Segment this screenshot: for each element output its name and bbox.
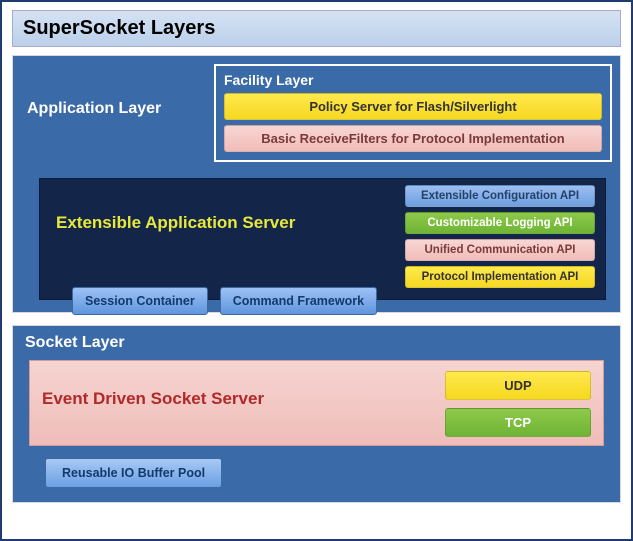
application-layer-label: Application Layer bbox=[21, 64, 206, 162]
api-column: Extensible Configuration API Customizabl… bbox=[405, 185, 595, 293]
socket-layer: Socket Layer Event Driven Socket Server … bbox=[12, 325, 621, 503]
protocol-column: UDP TCP bbox=[445, 371, 591, 445]
facility-layer: Facility Layer Policy Server for Flash/S… bbox=[214, 64, 612, 162]
communication-api-box: Unified Communication API bbox=[405, 239, 595, 261]
session-container-box: Session Container bbox=[72, 287, 208, 315]
sub-box-row: Session Container Command Framework bbox=[72, 287, 377, 315]
socket-layer-title: Socket Layer bbox=[25, 334, 610, 352]
receive-filters-box: Basic ReceiveFilters for Protocol Implem… bbox=[224, 125, 602, 152]
protocol-api-box: Protocol Implementation API bbox=[405, 266, 595, 288]
logging-api-box: Customizable Logging API bbox=[405, 212, 595, 234]
diagram-container: SuperSocket Layers Application Layer Fac… bbox=[0, 0, 633, 541]
application-layer: Application Layer Facility Layer Policy … bbox=[12, 55, 621, 313]
extensible-app-server: Extensible Application Server Extensible… bbox=[39, 178, 606, 300]
diagram-title: SuperSocket Layers bbox=[12, 10, 621, 47]
reusable-io-buffer-box: Reusable IO Buffer Pool bbox=[45, 458, 222, 488]
config-api-box: Extensible Configuration API bbox=[405, 185, 595, 207]
facility-layer-title: Facility Layer bbox=[224, 72, 602, 88]
udp-box: UDP bbox=[445, 371, 591, 400]
app-top-row: Application Layer Facility Layer Policy … bbox=[21, 64, 612, 162]
tcp-box: TCP bbox=[445, 408, 591, 437]
policy-server-box: Policy Server for Flash/Silverlight bbox=[224, 93, 602, 120]
command-framework-box: Command Framework bbox=[220, 287, 377, 315]
event-driven-socket-server: Event Driven Socket Server UDP TCP bbox=[29, 360, 604, 446]
